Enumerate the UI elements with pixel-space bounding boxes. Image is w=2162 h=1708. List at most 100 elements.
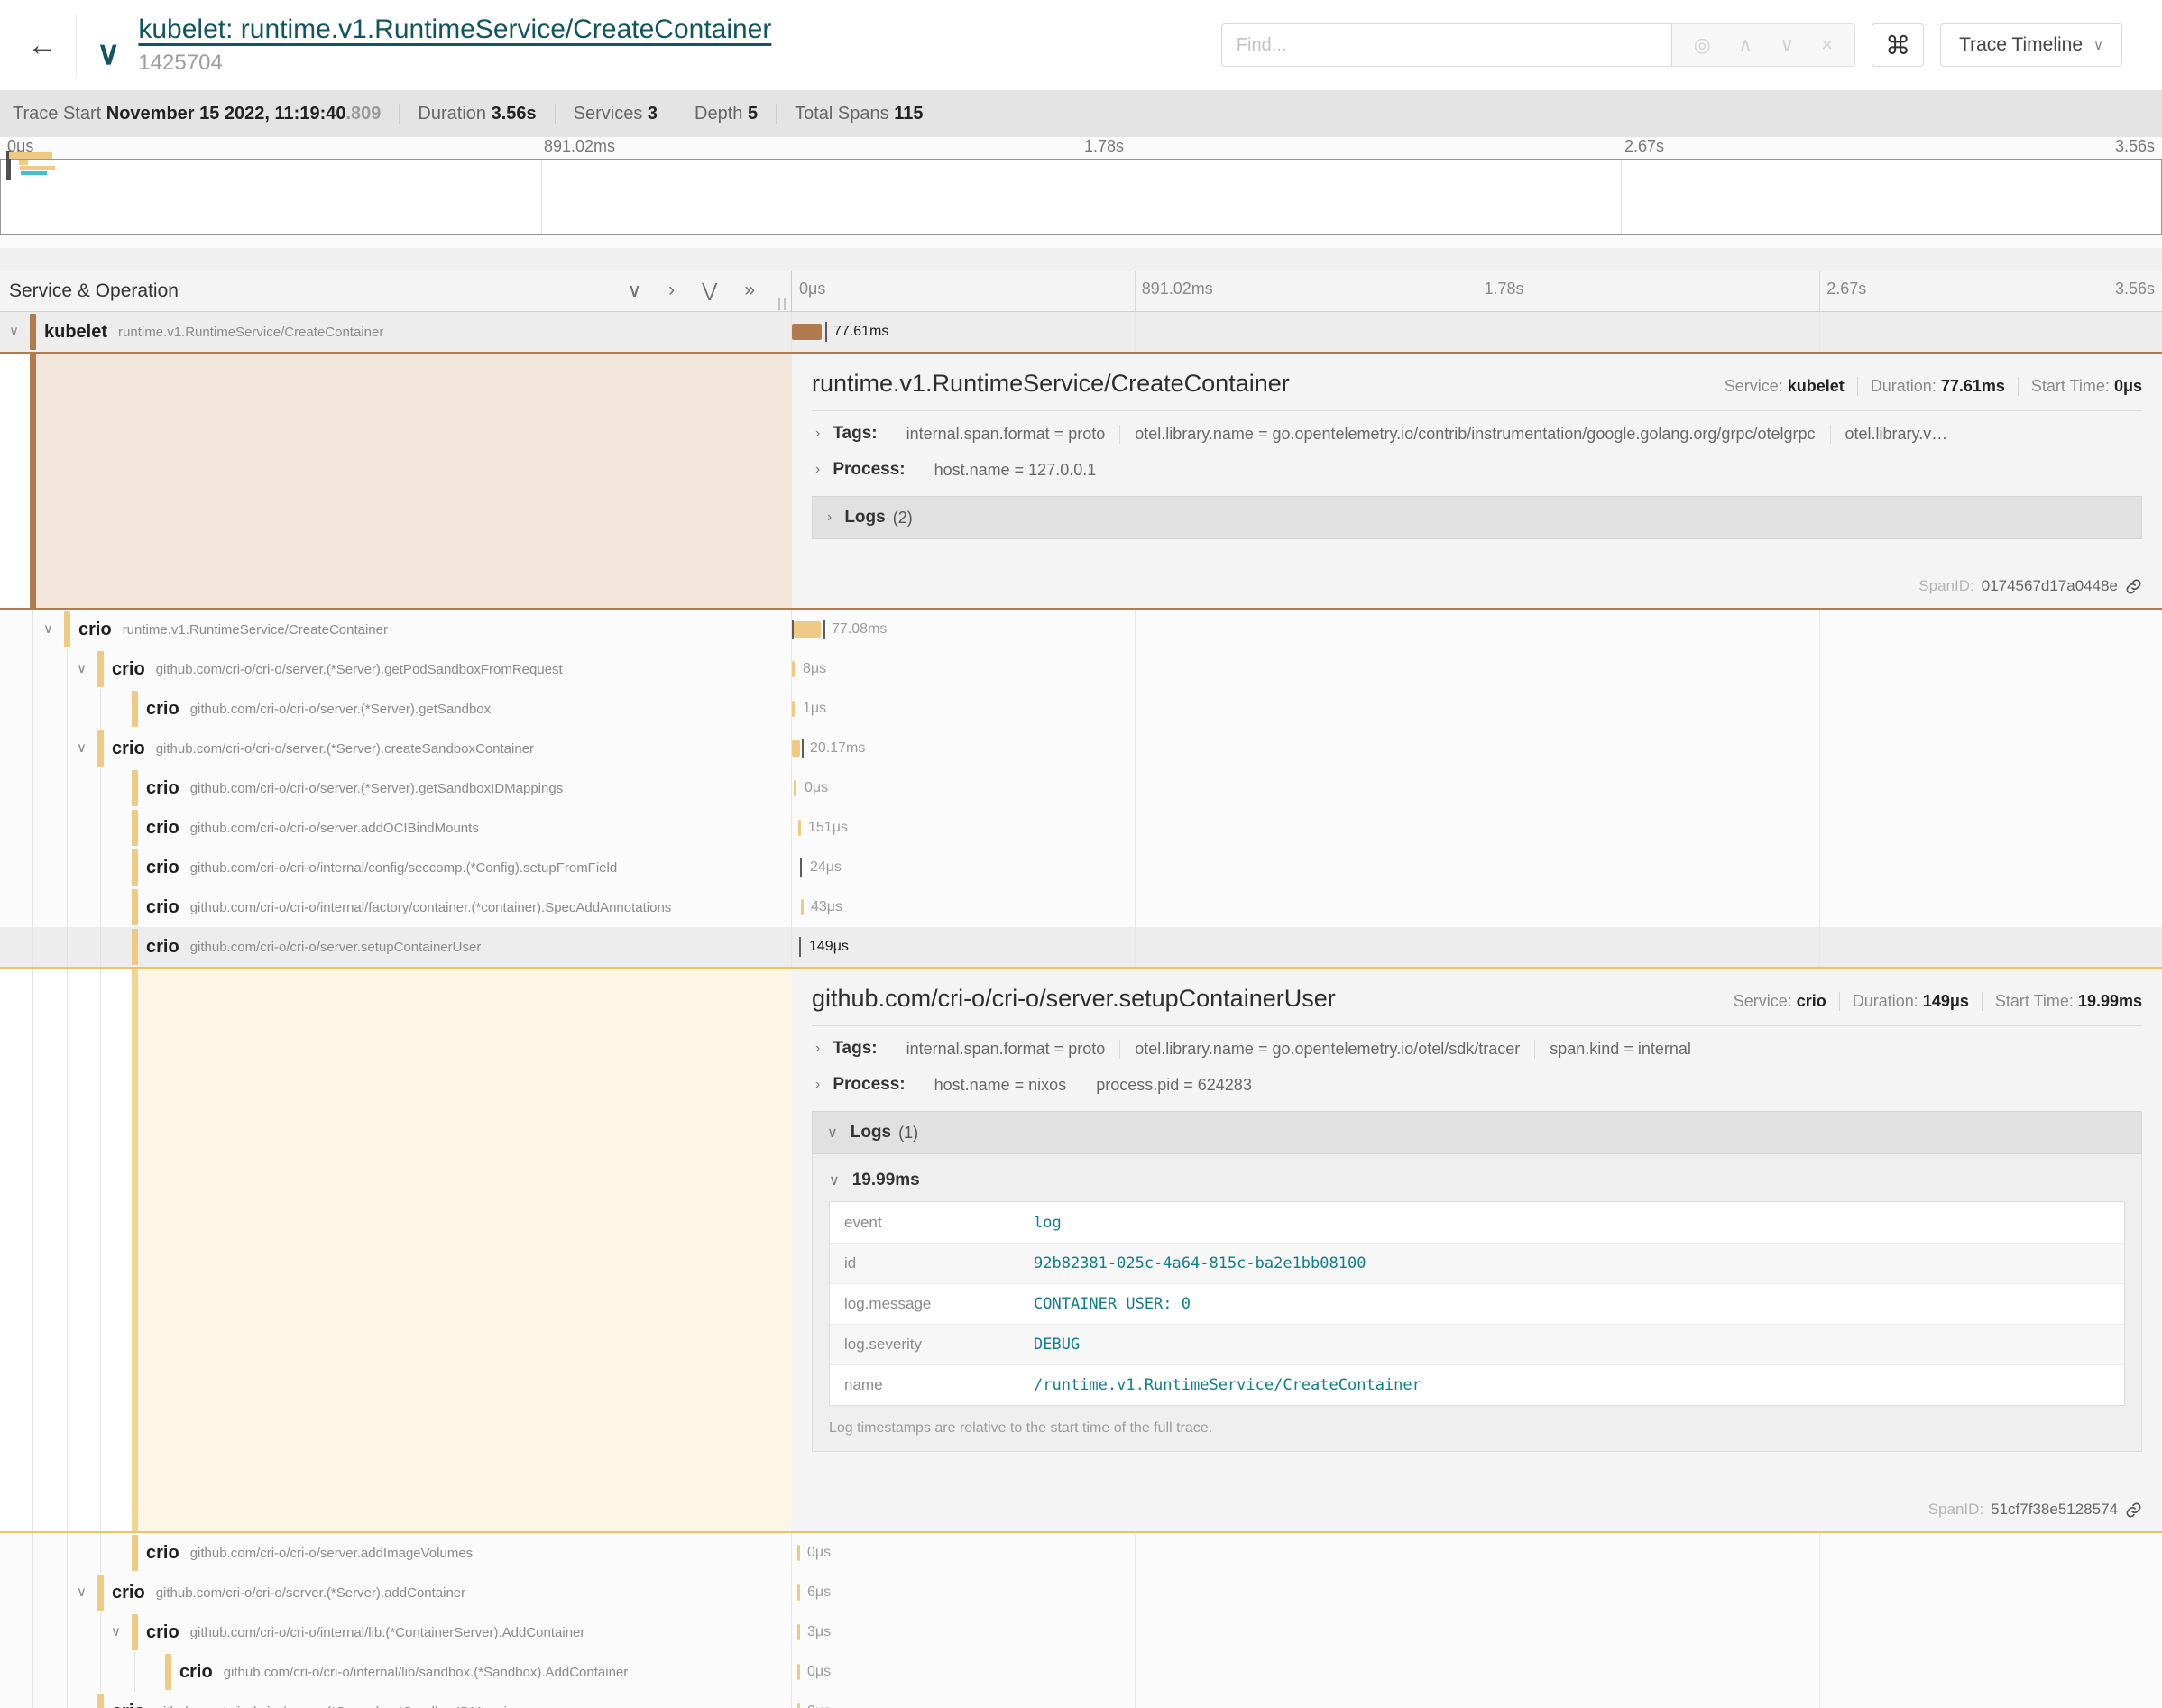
- chevron-down-icon[interactable]: ∨: [77, 1584, 87, 1600]
- span-row[interactable]: ∨ crio runtime.v1.RuntimeService/CreateC…: [0, 610, 2162, 649]
- log-timestamp-toggle[interactable]: ∨ 19.99ms: [829, 1171, 2125, 1190]
- span-row-kubelet-createcontainer[interactable]: ∨ kubelet runtime.v1.RuntimeService/Crea…: [0, 312, 2162, 352]
- span-timeline-cell[interactable]: 43μs: [792, 887, 2162, 927]
- span-bar[interactable]: [801, 899, 804, 915]
- trace-id: 1425704: [138, 51, 771, 76]
- process-section[interactable]: › Process: host.name = 127.0.0.1: [812, 451, 2142, 487]
- detail-title: github.com/cri-o/cri-o/server.setupConta…: [812, 985, 1336, 1013]
- chevron-down-icon[interactable]: ∨: [97, 43, 120, 63]
- expand-one-icon[interactable]: ›: [668, 280, 675, 302]
- span-row[interactable]: ∨ crio github.com/cri-o/cri-o/internal/l…: [0, 1612, 2162, 1652]
- log-field-row: name /runtime.v1.RuntimeService/CreateCo…: [830, 1364, 2124, 1405]
- span-timeline-cell[interactable]: 77.61ms: [792, 312, 2162, 352]
- collapse-one-icon[interactable]: ∨: [628, 280, 641, 302]
- span-row[interactable]: ∨ crio github.com/cri-o/cri-o/server.(*S…: [0, 729, 2162, 768]
- span-detail-panel: github.com/cri-o/cri-o/server.setupConta…: [792, 969, 2162, 1531]
- chevron-down-icon[interactable]: ∨: [43, 620, 53, 637]
- span-bar[interactable]: [797, 1703, 800, 1708]
- column-resize-handle[interactable]: [778, 298, 786, 310]
- span-bar[interactable]: [797, 1664, 800, 1680]
- link-icon[interactable]: [2125, 1501, 2142, 1519]
- span-bar[interactable]: [794, 780, 796, 796]
- trace-minimap[interactable]: 0μs 891.02ms 1.78s 2.67s 3.56s: [0, 137, 2162, 248]
- tag: internal.span.format = proto: [892, 1040, 1120, 1059]
- tags-section[interactable]: › Tags: internal.span.format = proto ote…: [812, 415, 2142, 451]
- tick-label: 2.67s: [1624, 137, 1664, 156]
- span-bar[interactable]: [792, 324, 822, 340]
- span-timeline-cell[interactable]: 24μs: [792, 848, 2162, 887]
- span-timeline-cell[interactable]: 151μs: [792, 808, 2162, 848]
- span-bar[interactable]: [798, 820, 801, 836]
- span-row[interactable]: ∨ crio github.com/cri-o/cri-o/server.(*S…: [0, 1573, 2162, 1612]
- span-timeline-cell[interactable]: 0μs: [792, 1692, 2162, 1708]
- span-timeline-cell[interactable]: 0μs: [792, 1652, 2162, 1692]
- keyboard-shortcuts-button[interactable]: ⌘: [1872, 23, 1924, 67]
- logs-section[interactable]: ∨ Logs (1): [812, 1111, 2142, 1154]
- chevron-down-icon[interactable]: ∨: [9, 323, 19, 339]
- span-timeline-cell[interactable]: 3μs: [792, 1612, 2162, 1652]
- chevron-right-icon: ›: [827, 510, 832, 526]
- section-gap: [0, 248, 2162, 271]
- expand-all-icon[interactable]: »: [744, 280, 755, 302]
- span-bar[interactable]: [797, 1624, 800, 1640]
- span-row[interactable]: crio github.com/cri-o/cri-o/server.(*Ser…: [0, 768, 2162, 808]
- span-bar[interactable]: [792, 661, 795, 677]
- operation-name: github.com/cri-o/cri-o/server.(*Server).…: [156, 741, 534, 757]
- span-row[interactable]: crio github.com/cri-o/cri-o/server.addIm…: [0, 1533, 2162, 1573]
- span-duration: 24μs: [810, 859, 842, 876]
- span-timeline-cell[interactable]: 0μs: [792, 1533, 2162, 1573]
- span-row[interactable]: crio github.com/cri-o/cri-o/internal/con…: [0, 848, 2162, 887]
- back-icon[interactable]: ←: [13, 28, 72, 63]
- span-row-setupcontaineruser[interactable]: crio github.com/cri-o/cri-o/server.setup…: [0, 927, 2162, 967]
- span-id: SpanID: 0174567d17a0448e: [1918, 568, 2142, 595]
- detail-tint: [36, 354, 792, 608]
- span-bar[interactable]: [792, 701, 795, 717]
- span-bar[interactable]: [792, 740, 800, 757]
- span-bar[interactable]: [794, 621, 821, 638]
- trace-title-link[interactable]: kubelet: runtime.v1.RuntimeService/Creat…: [138, 14, 771, 45]
- span-row[interactable]: ∨ crio github.com/cri-o/cri-o/server.(*S…: [0, 649, 2162, 689]
- service-name: crio: [179, 1662, 213, 1683]
- span-timeline-cell[interactable]: 0μs: [792, 768, 2162, 808]
- view-dropdown[interactable]: Trace Timeline ∨: [1940, 23, 2122, 67]
- span-row[interactable]: crio github.com/cri-o/cri-o/server.addOC…: [0, 808, 2162, 848]
- tick-label: 2.67s: [1826, 280, 1866, 298]
- find-input[interactable]: [1221, 23, 1672, 67]
- chevron-down-icon[interactable]: ∨: [77, 739, 87, 756]
- tags-section[interactable]: › Tags: internal.span.format = proto ote…: [812, 1030, 2142, 1066]
- span-timeline-cell[interactable]: 149μs: [792, 927, 2162, 967]
- command-icon: ⌘: [1885, 31, 1910, 60]
- minimap-canvas[interactable]: [0, 159, 2162, 235]
- link-icon[interactable]: [2125, 578, 2142, 595]
- span-row[interactable]: crio github.com/cri-o/cri-o/server.(*Ser…: [0, 1692, 2162, 1708]
- span-bar[interactable]: [797, 1584, 800, 1601]
- chevron-down-icon[interactable]: ∨: [111, 1623, 121, 1639]
- collapse-all-icon[interactable]: ⋁: [702, 280, 717, 302]
- service-color-bar: [132, 770, 138, 806]
- process-section[interactable]: › Process: host.name = nixos process.pid…: [812, 1066, 2142, 1102]
- log-field-row: log.severity DEBUG: [830, 1324, 2124, 1364]
- span-timeline-cell[interactable]: 8μs: [792, 649, 2162, 689]
- clear-search-icon[interactable]: ×: [1821, 33, 1833, 57]
- span-row[interactable]: crio github.com/cri-o/cri-o/server.(*Ser…: [0, 689, 2162, 729]
- span-row[interactable]: crio github.com/cri-o/cri-o/internal/lib…: [0, 1652, 2162, 1692]
- span-row[interactable]: crio github.com/cri-o/cri-o/internal/fac…: [0, 887, 2162, 927]
- next-match-icon[interactable]: ∨: [1780, 33, 1794, 57]
- operation-name: github.com/cri-o/cri-o/internal/lib/sand…: [224, 1665, 629, 1680]
- service-name: crio: [146, 897, 179, 918]
- span-bar[interactable]: [797, 1545, 800, 1561]
- minimap-span: [20, 166, 55, 170]
- span-timeline-cell[interactable]: 20.17ms: [792, 729, 2162, 768]
- locate-icon[interactable]: ◎: [1694, 33, 1711, 57]
- span-id: SpanID: 51cf7f38e5128574: [1928, 1492, 2142, 1519]
- span-timeline-cell[interactable]: 77.08ms: [792, 610, 2162, 649]
- chevron-down-icon[interactable]: ∨: [77, 660, 87, 676]
- span-timeline-cell[interactable]: 1μs: [792, 689, 2162, 729]
- chevron-right-icon: ›: [815, 462, 820, 478]
- prev-match-icon[interactable]: ∧: [1738, 33, 1753, 57]
- span-timeline-cell[interactable]: 6μs: [792, 1573, 2162, 1612]
- header-divider: [76, 14, 77, 77]
- logs-section[interactable]: › Logs (2): [812, 496, 2142, 539]
- log-field-row: id 92b82381-025c-4a64-815c-ba2e1bb08100: [830, 1243, 2124, 1283]
- detail-left-gutter: [0, 354, 792, 608]
